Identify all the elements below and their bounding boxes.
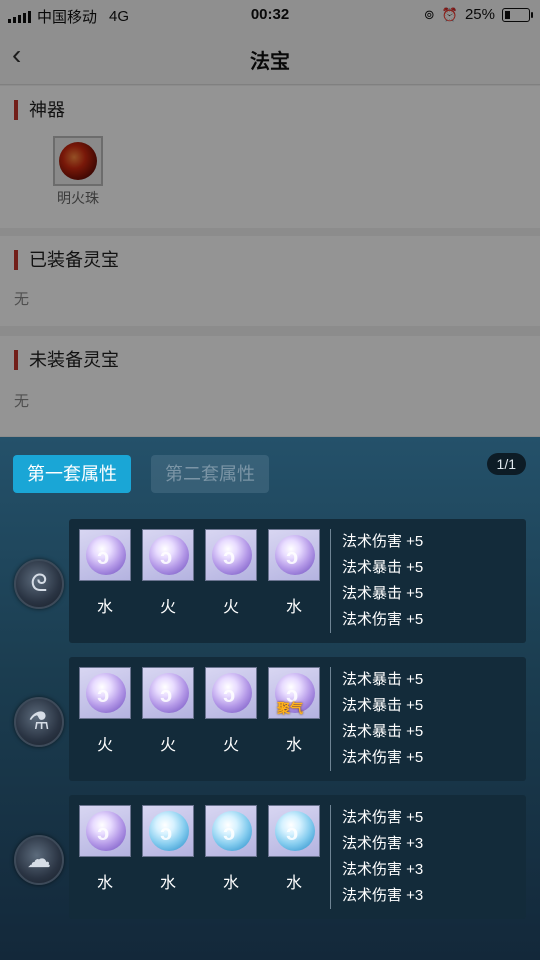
gem-swirl: ↄ [286, 544, 299, 569]
gem-swirl: ↄ [97, 682, 110, 707]
gem-slot[interactable]: ↄ [205, 805, 257, 857]
gem-slot[interactable]: ↄ [142, 667, 194, 719]
gem-slot[interactable]: ↄ [205, 667, 257, 719]
gem-label: 水 [285, 599, 302, 616]
gem-label: 水 [159, 875, 176, 892]
attribute-text: 法术伤害 +5 [342, 611, 424, 628]
tab-second-set[interactable]: 第二套属性 [151, 455, 269, 493]
spiral-icon[interactable]: ᘓ [14, 559, 64, 609]
gem-label: 水 [222, 875, 239, 892]
tab-first-set[interactable]: 第一套属性 [13, 455, 131, 493]
gem-swirl: ↄ [223, 682, 236, 707]
gem-swirl: ↄ [223, 544, 236, 569]
flask-glyph: ⚗ [28, 708, 50, 735]
gem-slot[interactable]: ↄ [268, 805, 320, 857]
gem-slot[interactable]: ↄ [142, 529, 194, 581]
attribute-list: 法术暴击 +5 法术暴击 +5 法术暴击 +5 法术伤害 +5 [342, 669, 423, 773]
gem-label: 火 [159, 599, 176, 616]
attribute-text: 法术伤害 +3 [342, 887, 424, 904]
attribute-row: ↄ ↄ ↄ ↄ 水 火 火 水 法术伤害 +5 法术暴击 +5 法术暴击 +5 … [69, 519, 526, 643]
flask-icon[interactable]: ⚗ [14, 697, 64, 747]
page-indicator: 1/1 [486, 453, 526, 475]
attribute-row: ↄ ↄ ↄ ↄ 水 水 水 水 法术伤害 +5 法术伤害 +3 法术伤害 +3 … [69, 795, 526, 919]
gem-slot[interactable]: ↄ 聚气 [268, 667, 320, 719]
gem-slot[interactable]: ↄ [79, 667, 131, 719]
gem-tag: 聚气 [277, 701, 304, 716]
attribute-sheet: 第一套属性 第二套属性 1/1 ᘓ ↄ ↄ ↄ ↄ 水 火 火 水 法术伤害 +… [0, 437, 540, 960]
attribute-text: 法术伤害 +5 [342, 533, 424, 550]
gem-label: 水 [285, 737, 302, 754]
divider [330, 529, 331, 633]
gem-label: 水 [96, 875, 113, 892]
gem-label: 水 [96, 599, 113, 616]
attribute-text: 法术伤害 +5 [342, 749, 424, 766]
divider [330, 667, 331, 771]
gem-swirl: ↄ [160, 544, 173, 569]
attribute-text: 法术暴击 +5 [342, 697, 424, 714]
attribute-text: 法术暴击 +5 [342, 723, 424, 740]
attribute-list: 法术伤害 +5 法术暴击 +5 法术暴击 +5 法术伤害 +5 [342, 531, 423, 635]
gem-swirl: ↄ [286, 820, 299, 845]
gem-slot[interactable]: ↄ [79, 805, 131, 857]
gem-label: 水 [285, 875, 302, 892]
attribute-text: 法术暴击 +5 [342, 559, 424, 576]
attribute-list: 法术伤害 +5 法术伤害 +3 法术伤害 +3 法术伤害 +3 [342, 807, 423, 911]
gem-swirl: ↄ [97, 544, 110, 569]
gem-label: 火 [96, 737, 113, 754]
gem-swirl: ↄ [160, 682, 173, 707]
attribute-text: 法术伤害 +3 [342, 835, 424, 852]
gem-slot[interactable]: ↄ [142, 805, 194, 857]
attribute-row: ↄ ↄ ↄ ↄ 聚气 火 火 火 水 法术暴击 +5 法术暴击 +5 法术暴击 +… [69, 657, 526, 781]
attribute-text: 法术暴击 +5 [342, 671, 424, 688]
gem-label: 火 [222, 737, 239, 754]
attribute-text: 法术伤害 +3 [342, 861, 424, 878]
gem-slot[interactable]: ↄ [79, 529, 131, 581]
gem-swirl: ↄ [160, 820, 173, 845]
gem-label: 火 [222, 599, 239, 616]
gem-slot[interactable]: ↄ [268, 529, 320, 581]
gem-label: 火 [159, 737, 176, 754]
gem-swirl: ↄ [223, 820, 236, 845]
spiral-glyph: ᘓ [30, 570, 48, 597]
gem-swirl: ↄ [97, 820, 110, 845]
dim-overlay[interactable] [0, 0, 540, 437]
cloud-icon[interactable]: ☁ [14, 835, 64, 885]
cloud-glyph: ☁ [27, 846, 51, 873]
gem-slot[interactable]: ↄ [205, 529, 257, 581]
attribute-text: 法术伤害 +5 [342, 809, 424, 826]
divider [330, 805, 331, 909]
attribute-text: 法术暴击 +5 [342, 585, 424, 602]
